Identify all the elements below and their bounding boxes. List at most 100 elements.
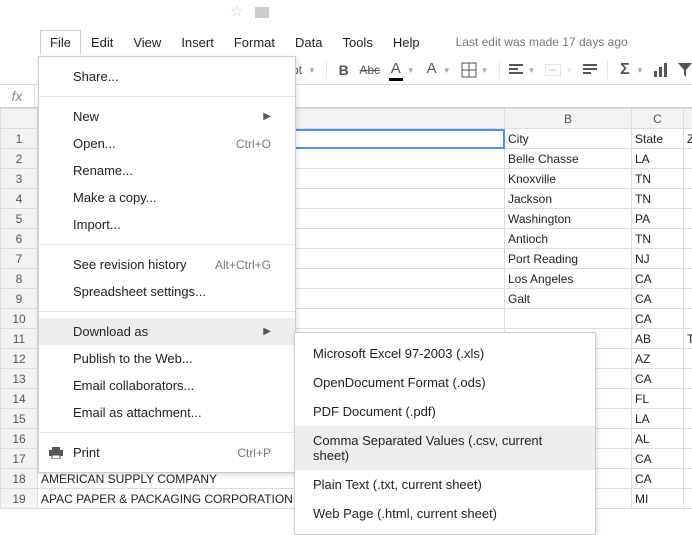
- filter-button[interactable]: [678, 61, 692, 79]
- cell[interactable]: [684, 269, 692, 289]
- cell[interactable]: CA: [632, 449, 684, 469]
- dropdown-icon[interactable]: ▼: [481, 66, 489, 75]
- cell[interactable]: [684, 449, 692, 469]
- row-header[interactable]: 7: [1, 249, 38, 269]
- cell[interactable]: TN: [632, 189, 684, 209]
- row-header[interactable]: 18: [1, 469, 38, 489]
- submenu-item-xls[interactable]: Microsoft Excel 97-2003 (.xls): [295, 339, 595, 368]
- row-header[interactable]: 14: [1, 389, 38, 409]
- row-header[interactable]: 4: [1, 189, 38, 209]
- submenu-item-txt[interactable]: Plain Text (.txt, current sheet): [295, 470, 595, 499]
- row-header[interactable]: 11: [1, 329, 38, 349]
- cell[interactable]: Belle Chasse: [505, 149, 632, 169]
- cell[interactable]: CA: [632, 309, 684, 329]
- row-header[interactable]: 12: [1, 349, 38, 369]
- cell[interactable]: CA: [632, 369, 684, 389]
- menu-item-spreadsheet-settings[interactable]: Spreadsheet settings...: [39, 278, 295, 305]
- row-header[interactable]: 3: [1, 169, 38, 189]
- dropdown-icon[interactable]: ▼: [527, 66, 535, 75]
- submenu-item-ods[interactable]: OpenDocument Format (.ods): [295, 368, 595, 397]
- cell[interactable]: TN: [632, 229, 684, 249]
- cell[interactable]: State: [632, 129, 684, 149]
- align-button[interactable]: [509, 61, 523, 79]
- sigma-button[interactable]: Σ: [618, 61, 632, 79]
- bold-button[interactable]: B: [337, 61, 351, 79]
- dropdown-icon[interactable]: ▼: [636, 66, 644, 75]
- menu-item-revision-history[interactable]: See revision historyAlt+Ctrl+G: [39, 251, 295, 278]
- menu-view[interactable]: View: [123, 30, 171, 55]
- cell[interactable]: [684, 169, 692, 189]
- cell[interactable]: [684, 229, 692, 249]
- cell[interactable]: [684, 349, 692, 369]
- cell[interactable]: Los Angeles: [505, 269, 632, 289]
- cell[interactable]: [684, 209, 692, 229]
- menu-item-email-attachment[interactable]: Email as attachment...: [39, 399, 295, 426]
- cell[interactable]: LA: [632, 409, 684, 429]
- cell[interactable]: Port Reading: [505, 249, 632, 269]
- cell[interactable]: FL: [632, 389, 684, 409]
- borders-button[interactable]: [461, 61, 477, 79]
- menu-item-publish[interactable]: Publish to the Web...: [39, 345, 295, 372]
- menu-item-import[interactable]: Import...: [39, 211, 295, 238]
- row-header[interactable]: 19: [1, 489, 38, 509]
- cell[interactable]: LA: [632, 149, 684, 169]
- cell[interactable]: T5M: [684, 329, 692, 349]
- row-header[interactable]: 16: [1, 429, 38, 449]
- cell[interactable]: CA: [632, 269, 684, 289]
- merge-button[interactable]: [545, 61, 561, 79]
- wrap-button[interactable]: [583, 61, 597, 79]
- fill-color-button[interactable]: A: [425, 60, 439, 81]
- cell[interactable]: [684, 369, 692, 389]
- cell[interactable]: Antioch: [505, 229, 632, 249]
- menu-item-print[interactable]: PrintCtrl+P: [39, 439, 295, 466]
- cell[interactable]: MI: [632, 489, 684, 509]
- row-header[interactable]: 9: [1, 289, 38, 309]
- cell[interactable]: NJ: [632, 249, 684, 269]
- cell[interactable]: City: [505, 129, 632, 149]
- cell[interactable]: Knoxville: [505, 169, 632, 189]
- cell[interactable]: [684, 309, 692, 329]
- cell[interactable]: [684, 389, 692, 409]
- menu-edit[interactable]: Edit: [81, 30, 123, 55]
- cell[interactable]: [684, 489, 692, 509]
- column-header-c[interactable]: C: [632, 109, 684, 129]
- menu-insert[interactable]: Insert: [171, 30, 224, 55]
- row-header[interactable]: 15: [1, 409, 38, 429]
- row-header[interactable]: 13: [1, 369, 38, 389]
- menu-tools[interactable]: Tools: [332, 30, 382, 55]
- menu-item-rename[interactable]: Rename...: [39, 157, 295, 184]
- menu-item-open[interactable]: Open...Ctrl+O: [39, 130, 295, 157]
- folder-icon[interactable]: [255, 7, 269, 18]
- menu-item-email-collaborators[interactable]: Email collaborators...: [39, 372, 295, 399]
- text-color-button[interactable]: A: [389, 60, 403, 81]
- row-header[interactable]: 5: [1, 209, 38, 229]
- column-header-b[interactable]: B: [505, 109, 632, 129]
- cell[interactable]: TN: [632, 169, 684, 189]
- submenu-item-html[interactable]: Web Page (.html, current sheet): [295, 499, 595, 528]
- cell[interactable]: PA: [632, 209, 684, 229]
- submenu-item-pdf[interactable]: PDF Document (.pdf): [295, 397, 595, 426]
- dropdown-icon[interactable]: ▼: [565, 66, 573, 75]
- row-header[interactable]: 1: [1, 129, 38, 149]
- cell[interactable]: [684, 469, 692, 489]
- dropdown-icon[interactable]: ▼: [443, 66, 451, 75]
- star-icon[interactable]: ☆: [230, 3, 243, 20]
- row-header[interactable]: 17: [1, 449, 38, 469]
- cell[interactable]: Jackson: [505, 189, 632, 209]
- menu-item-share[interactable]: Share...: [39, 63, 295, 90]
- cell[interactable]: [684, 409, 692, 429]
- menu-item-download-as[interactable]: Download as▶: [39, 318, 295, 345]
- menu-data[interactable]: Data: [285, 30, 332, 55]
- cell[interactable]: Zip: [684, 129, 692, 149]
- menu-format[interactable]: Format: [224, 30, 285, 55]
- dropdown-icon[interactable]: ▼: [407, 66, 415, 75]
- dropdown-icon[interactable]: ▼: [308, 66, 316, 75]
- submenu-item-csv[interactable]: Comma Separated Values (.csv, current sh…: [295, 426, 595, 470]
- menu-help[interactable]: Help: [383, 30, 430, 55]
- menu-item-new[interactable]: New▶: [39, 103, 295, 130]
- chart-button[interactable]: [654, 61, 668, 79]
- strikethrough-button[interactable]: Abc: [361, 61, 379, 79]
- cell[interactable]: AB: [632, 329, 684, 349]
- cell[interactable]: [684, 289, 692, 309]
- cell[interactable]: [684, 429, 692, 449]
